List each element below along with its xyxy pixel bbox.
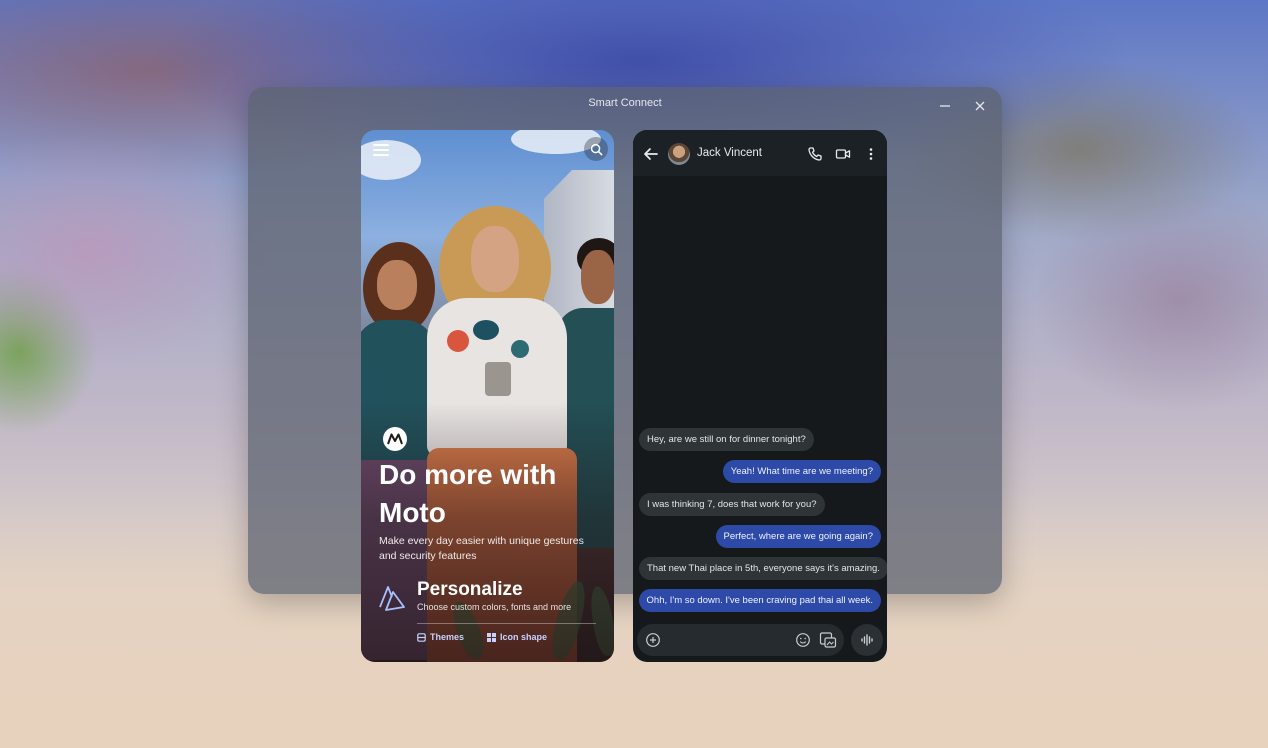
themes-button[interactable]: Themes xyxy=(417,632,464,642)
avatar[interactable] xyxy=(668,143,690,165)
back-arrow-icon[interactable] xyxy=(642,145,660,163)
divider xyxy=(417,623,596,624)
icon-shape-button[interactable]: Icon shape xyxy=(487,632,547,642)
close-icon xyxy=(975,101,985,111)
gallery-icon[interactable] xyxy=(819,631,837,649)
chat-header: Jack Vincent xyxy=(633,130,887,176)
grid-icon xyxy=(487,632,496,642)
voice-message-button[interactable] xyxy=(851,624,883,656)
icon-shape-label: Icon shape xyxy=(500,632,548,642)
window-title: Smart Connect xyxy=(588,97,662,109)
personalize-title: Personalize xyxy=(417,579,523,600)
message-incoming: That new Thai place in 5th, everyone say… xyxy=(639,557,887,580)
chat-panel: Jack Vincent Hey, are we still on for di… xyxy=(633,130,887,662)
motorola-logo xyxy=(383,427,407,451)
minimize-icon xyxy=(940,105,950,107)
hero-title: Do more with Moto xyxy=(379,459,557,528)
phone-call-icon[interactable] xyxy=(807,146,823,162)
emoji-icon[interactable] xyxy=(795,632,811,648)
message-incoming: I was thinking 7, does that work for you… xyxy=(639,493,825,516)
message-composer[interactable] xyxy=(637,624,844,656)
hero-subtitle: Make every day easier with unique gestur… xyxy=(379,535,584,562)
search-button[interactable] xyxy=(584,137,608,161)
close-button[interactable] xyxy=(969,95,991,117)
message-outgoing: Ohh, I'm so down. I've been craving pad … xyxy=(638,589,881,612)
minimize-button[interactable] xyxy=(934,95,956,117)
personalize-subtitle: Choose custom colors, fonts and more xyxy=(417,602,572,612)
menu-icon[interactable] xyxy=(373,142,389,156)
message-outgoing: Perfect, where are we going again? xyxy=(715,525,881,548)
message-outgoing: Yeah! What time are we meeting? xyxy=(722,460,881,483)
contact-name[interactable]: Jack Vincent xyxy=(697,147,762,159)
video-call-icon[interactable] xyxy=(835,146,851,162)
cloud xyxy=(361,140,421,180)
waveform-icon xyxy=(861,634,873,646)
themes-icon xyxy=(417,632,426,642)
personalize-icon xyxy=(379,586,405,611)
moto-home-panel: Do more with Moto Make every day easier … xyxy=(361,130,614,662)
search-icon xyxy=(590,143,603,156)
add-attachment-icon[interactable] xyxy=(645,632,661,648)
more-options-icon[interactable] xyxy=(863,146,879,162)
message-incoming: Hey, are we still on for dinner tonight? xyxy=(639,428,814,451)
themes-label: Themes xyxy=(430,632,465,642)
